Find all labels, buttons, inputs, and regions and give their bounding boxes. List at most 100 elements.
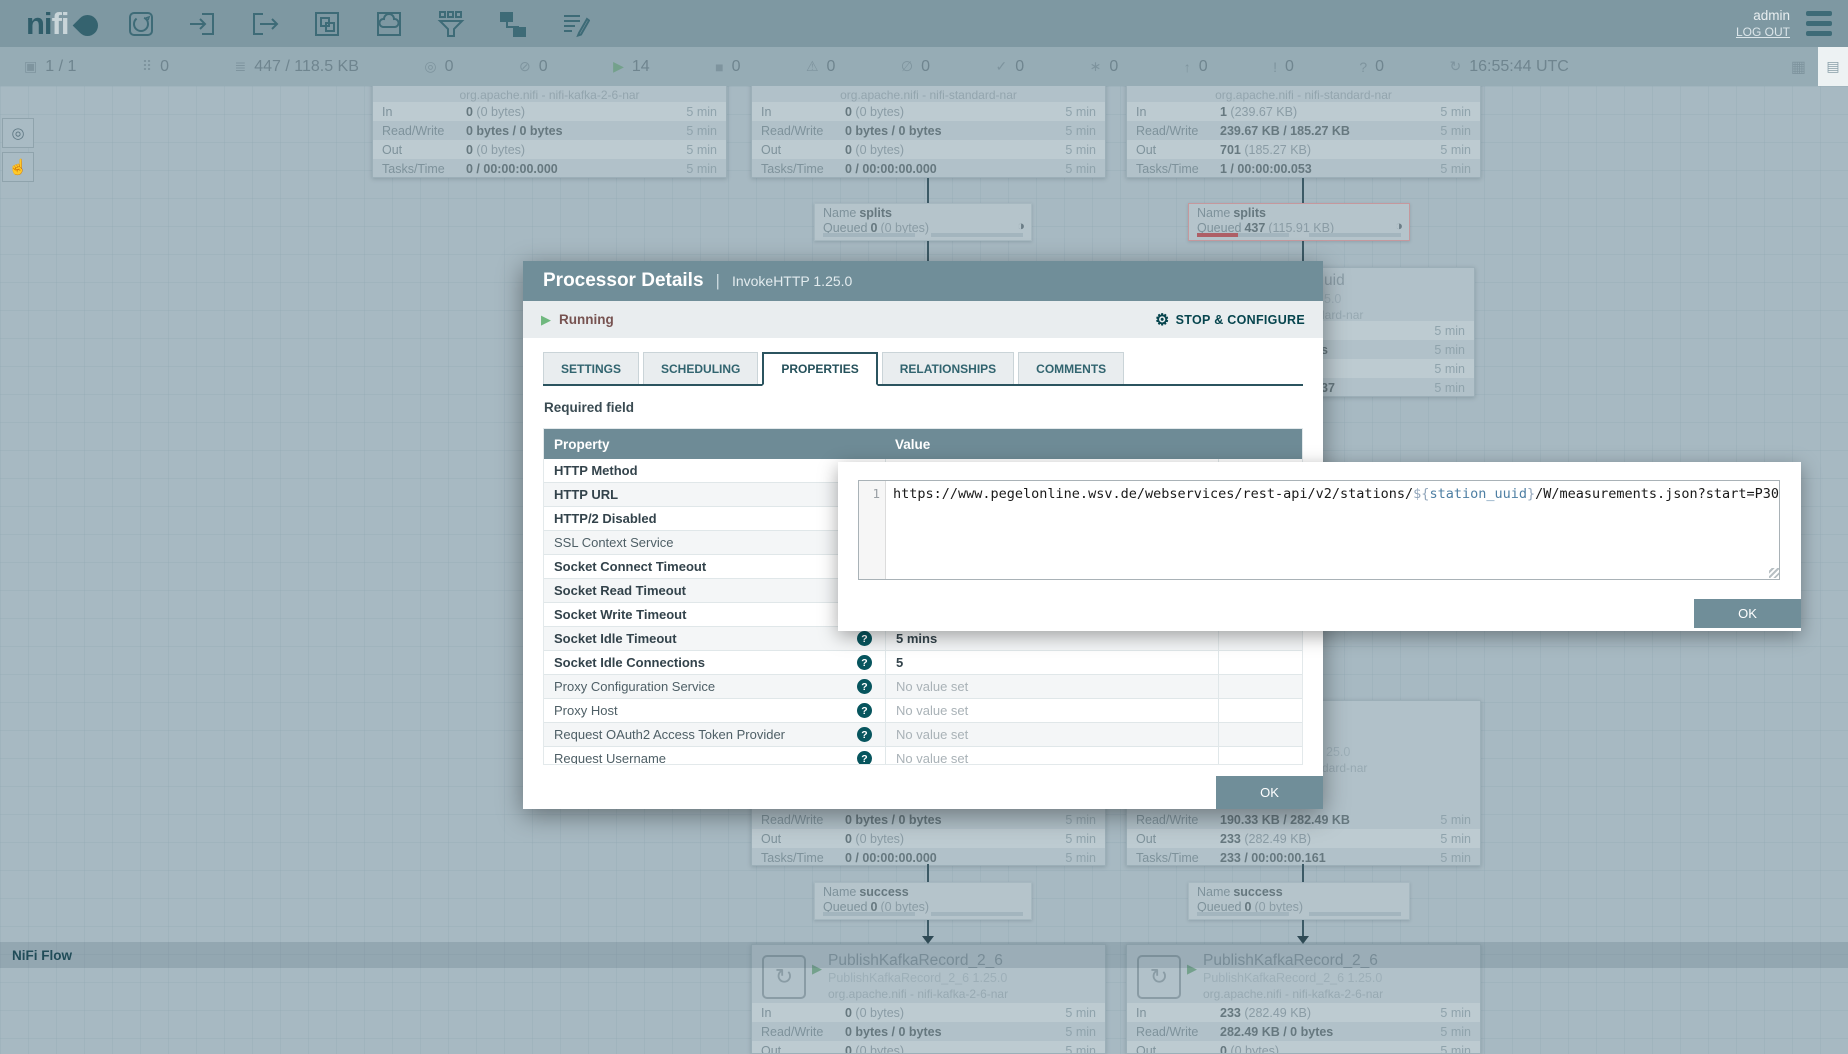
- status-stale: ↑0: [1184, 58, 1208, 76]
- status-value: 1 / 1: [45, 58, 76, 76]
- title-fragment: uid: [1324, 272, 1345, 290]
- dialog-header: Processor Details | InvokeHTTP 1.25.0: [523, 261, 1323, 301]
- status-running: ▶ 14: [613, 58, 650, 76]
- url-value[interactable]: https://www.pegelonline.wsv.de/webservic…: [886, 481, 1779, 579]
- help-icon[interactable]: ?: [857, 631, 872, 646]
- property-row[interactable]: Socket Idle Connections ? 5: [544, 651, 1302, 675]
- property-row[interactable]: Proxy Host ? No value set: [544, 699, 1302, 723]
- stop-configure-button[interactable]: ⚙ STOP & CONFIGURE: [1155, 310, 1305, 330]
- tab-scheduling[interactable]: SCHEDULING: [643, 352, 758, 384]
- help-icon[interactable]: ?: [857, 727, 872, 742]
- invalid-icon: ⚠: [806, 58, 819, 75]
- status-bar: ▣1 / 1⠿0≣447 / 118.5 KB◎0⊘0▶14■0⚠0∅0✓0∗0…: [0, 47, 1848, 86]
- compass-icon: ◎: [11, 124, 24, 142]
- bulletin-icon[interactable]: ▤: [1818, 47, 1848, 86]
- help-icon[interactable]: ?: [857, 703, 872, 718]
- status-stopped: ■0: [715, 58, 740, 76]
- birdseye-button[interactable]: ◎: [2, 118, 34, 148]
- required-field-note: Required field: [544, 400, 634, 415]
- status-value: 0: [1109, 58, 1118, 76]
- stat-row: In233 (282.49 KB)5 min: [1127, 1003, 1480, 1022]
- process-group-icon[interactable]: [312, 9, 342, 39]
- processor-type: PublishKafkaRecord_2_6 1.25.0: [828, 971, 1007, 985]
- table-header: Property Value: [544, 429, 1302, 459]
- stat-row: Read/Write0 bytes / 0 bytes5 min: [752, 1022, 1105, 1041]
- help-icon[interactable]: ?: [857, 679, 872, 694]
- property-row[interactable]: Proxy Configuration Service ? No value s…: [544, 675, 1302, 699]
- connection-label-splits[interactable]: Namesplits Queued0(0 bytes) ◑: [814, 203, 1032, 241]
- line-number-gutter: 1: [859, 481, 886, 579]
- hand-button[interactable]: ☝: [2, 152, 34, 182]
- expression-editor[interactable]: 1 https://www.pegelonline.wsv.de/webserv…: [858, 480, 1780, 580]
- status-refresh[interactable]: ↻16:55:44 UTC: [1450, 58, 1569, 76]
- bundle-label: org.apache.nifi - nifi-standard-nar: [1127, 88, 1480, 102]
- sync-failure-icon: ?: [1359, 59, 1367, 75]
- status-value: 0: [539, 58, 548, 76]
- top-toolbar: nifi admin LOG OUT: [0, 0, 1848, 47]
- breadcrumb[interactable]: NiFi Flow: [12, 948, 72, 963]
- label-icon[interactable]: [560, 9, 590, 39]
- stat-row: Read/Write0 bytes / 0 bytes5 min: [752, 810, 1105, 829]
- nifi-drop-icon: [72, 11, 102, 41]
- status-value: 14: [632, 58, 650, 76]
- remote-process-group-icon[interactable]: [374, 9, 404, 39]
- current-user: admin: [1736, 8, 1790, 24]
- stat-row: Out233 (282.49 KB)5 min: [1127, 829, 1480, 848]
- stat-row: In0 (0 bytes)5 min: [373, 102, 726, 121]
- tab-comments[interactable]: COMMENTS: [1018, 352, 1124, 384]
- value-editor-popup: 1 https://www.pegelonline.wsv.de/webserv…: [838, 462, 1801, 631]
- stat-row: Tasks/Time1 / 00:00:00.0535 min: [1127, 159, 1480, 178]
- stale-icon: ↑: [1184, 59, 1191, 75]
- nifi-app: nifi admin LOG OUT: [0, 0, 1848, 1054]
- processor-icon[interactable]: [126, 9, 156, 39]
- connection-label-splits-backpressure[interactable]: Namesplits Queued437(115.91 KB) ◑: [1188, 203, 1410, 241]
- stat-row: Tasks/Time0 / 00:00:00.0005 min: [752, 159, 1105, 178]
- bundle-label: org.apache.nifi - nifi-kafka-2-6-nar: [373, 88, 726, 102]
- load-balance-icon: ◑: [1395, 218, 1403, 233]
- dialog-ok-button[interactable]: OK: [1216, 776, 1323, 809]
- cluster-icon: ▣: [24, 58, 37, 75]
- tab-relationships[interactable]: RELATIONSHIPS: [882, 352, 1014, 384]
- logout-link[interactable]: LOG OUT: [1736, 24, 1790, 40]
- editor-ok-button[interactable]: OK: [1694, 599, 1801, 628]
- status-value: 16:55:44 UTC: [1469, 58, 1569, 76]
- status-value: 0: [921, 58, 930, 76]
- status-value: 0: [1375, 58, 1384, 76]
- status-not-transmitting: ⊘0: [519, 58, 548, 76]
- status-value: 0: [732, 58, 741, 76]
- stat-row: Out0 (0 bytes)5 min: [1127, 1041, 1480, 1054]
- version-fragment: 25.0: [1326, 745, 1350, 759]
- stat-row: In1 (239.67 KB)5 min: [1127, 102, 1480, 121]
- status-value: 0: [160, 58, 169, 76]
- active-threads-icon: ⠿: [142, 58, 152, 75]
- help-icon[interactable]: ?: [857, 751, 872, 765]
- stat-row: Tasks/Time0 / 00:00:00.0005 min: [373, 159, 726, 178]
- tab-settings[interactable]: SETTINGS: [543, 352, 639, 384]
- status-items: ▣1 / 1⠿0≣447 / 118.5 KB◎0⊘0▶14■0⚠0∅0✓0∗0…: [24, 58, 1569, 76]
- version-fragment: 5.0: [1324, 292, 1341, 306]
- disabled-icon: ∅: [901, 58, 913, 75]
- template-icon[interactable]: [498, 9, 528, 39]
- status-value: 0: [1285, 58, 1294, 76]
- output-port-icon[interactable]: [250, 9, 280, 39]
- running-icon: ▶: [613, 58, 624, 75]
- status-active-threads: ⠿0: [142, 58, 169, 76]
- status-value: 0: [827, 58, 836, 76]
- property-row[interactable]: Request OAuth2 Access Token Provider ? N…: [544, 723, 1302, 747]
- global-menu-icon[interactable]: [1806, 11, 1832, 36]
- help-icon[interactable]: ?: [857, 655, 872, 670]
- stat-row: Read/Write239.67 KB / 185.27 KB5 min: [1127, 121, 1480, 140]
- processor-type: PublishKafkaRecord_2_6 1.25.0: [1203, 971, 1382, 985]
- tab-properties[interactable]: PROPERTIES: [762, 352, 877, 386]
- resize-handle-icon[interactable]: [1769, 568, 1779, 578]
- stat-row: Read/Write0 bytes / 0 bytes5 min: [752, 121, 1105, 140]
- funnel-icon[interactable]: [436, 9, 466, 39]
- dialog-tabs: SETTINGS SCHEDULING PROPERTIES RELATIONS…: [543, 352, 1303, 386]
- property-row[interactable]: Request Username ? No value set: [544, 747, 1302, 765]
- status-queued: ≣447 / 118.5 KB: [234, 58, 358, 76]
- connection-label-success[interactable]: Namesuccess Queued0(0 bytes): [814, 882, 1032, 920]
- connection-label-success[interactable]: Namesuccess Queued0(0 bytes): [1188, 882, 1410, 920]
- input-port-icon[interactable]: [188, 9, 218, 39]
- birdseye-icon[interactable]: ▦: [1791, 57, 1806, 77]
- status-locally-modified-stale: !0: [1273, 58, 1294, 76]
